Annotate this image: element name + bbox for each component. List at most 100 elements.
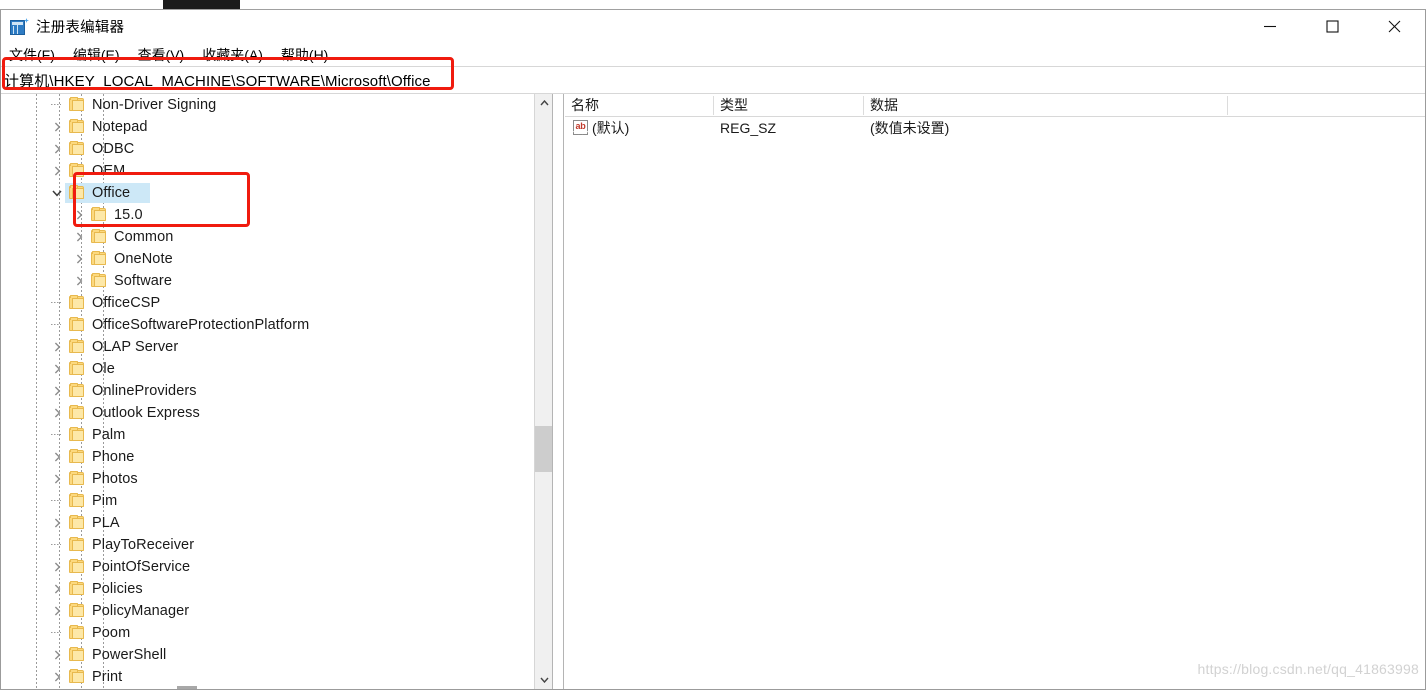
chevron-right-icon[interactable] [71,204,87,226]
column-header-name[interactable]: 名称 [565,94,713,117]
chevron-right-icon[interactable] [49,512,65,534]
tree-item-policies[interactable]: Policies [1,578,534,600]
folder-icon [69,559,86,574]
chevron-right-icon[interactable] [49,578,65,600]
menu-help[interactable]: 帮助(H) [281,45,337,65]
tree-leaf-connector [49,490,65,512]
chevron-right-icon[interactable] [49,116,65,138]
tree-item-label: Pim [92,493,118,509]
tree-vertical-scrollbar[interactable] [534,94,552,689]
tree-item-palm[interactable]: Palm [1,424,534,446]
tree-item-phone[interactable]: Phone [1,446,534,468]
registry-tree-pane: Non-Driver Signing Notepad ODBC OEM Office 15… [1,94,552,689]
column-header-type[interactable]: 类型 [714,94,863,117]
tree-leaf-connector [49,314,65,336]
tree-item-policymanager[interactable]: PolicyManager [1,600,534,622]
tree-item-notepad[interactable]: Notepad [1,116,534,138]
chevron-right-icon[interactable] [49,600,65,622]
maximize-button[interactable] [1301,10,1363,43]
menu-file[interactable]: 文件(F) [9,45,64,65]
tree-item-onenote[interactable]: OneNote [1,248,534,270]
folder-icon [69,625,86,640]
tree-item-powershell[interactable]: PowerShell [1,644,534,666]
tree-item-software[interactable]: Software [1,270,534,292]
folder-icon [69,493,86,508]
tree-item-label: PolicyManager [92,603,190,619]
menu-view[interactable]: 查看(V) [138,45,194,65]
chevron-right-icon[interactable] [49,358,65,380]
address-input[interactable]: 计算机\HKEY_LOCAL_MACHINE\SOFTWARE\Microsof… [1,70,431,91]
folder-icon [69,383,86,398]
folder-icon [91,229,108,244]
tree-viewport: Non-Driver Signing Notepad ODBC OEM Office 15… [1,94,534,689]
tree-item-label: OnlineProviders [92,383,197,399]
values-list[interactable]: ab (默认) REG_SZ (数值未设置) [565,117,1425,689]
chevron-down-icon[interactable] [49,182,65,204]
tree-item-non-driver-signing[interactable]: Non-Driver Signing [1,94,534,116]
folder-icon [69,141,86,156]
folder-icon [69,427,86,442]
chevron-right-icon[interactable] [71,226,87,248]
chevron-right-icon[interactable] [49,160,65,182]
registry-editor-window: 注册表编辑器 文件(F) 编辑(E) 查看(V) 收藏夹(A) 帮助(H) 计算… [0,0,1426,690]
folder-icon [69,185,86,200]
tree-item-pla[interactable]: PLA [1,512,534,534]
tree-leaf-connector [49,622,65,644]
tree-item-label: PlayToReceiver [92,537,195,553]
tree-item-office[interactable]: Office [1,182,534,204]
chevron-right-icon[interactable] [49,666,65,688]
chevron-right-icon[interactable] [49,336,65,358]
folder-icon [91,273,108,288]
window-title: 注册表编辑器 [36,20,125,36]
title-bar: 注册表编辑器 [1,10,1425,43]
tree-item-onlineproviders[interactable]: OnlineProviders [1,380,534,402]
tree-item-label: PLA [92,515,120,531]
tree-item-olap-server[interactable]: OLAP Server [1,336,534,358]
close-button[interactable] [1363,10,1425,43]
chevron-right-icon[interactable] [49,556,65,578]
folder-icon [91,251,108,266]
chevron-right-icon[interactable] [49,468,65,490]
value-row[interactable]: ab (默认) REG_SZ (数值未设置) [565,117,1425,139]
chevron-right-icon[interactable] [49,380,65,402]
chevron-right-icon[interactable] [49,402,65,424]
tree-item-odbc[interactable]: ODBC [1,138,534,160]
folder-icon [69,537,86,552]
horizontal-scroll-nub[interactable] [177,686,197,689]
chevron-right-icon[interactable] [71,270,87,292]
tree-item-photos[interactable]: Photos [1,468,534,490]
tree-item-oem[interactable]: OEM [1,160,534,182]
column-header-data[interactable]: 数据 [864,94,1227,117]
value-name: (默认) [592,120,630,136]
tree-item-officesoftwareprotectionplatform[interactable]: OfficeSoftwareProtectionPlatform [1,314,534,336]
folder-icon [69,603,86,618]
tree-item-outlook-express[interactable]: Outlook Express [1,402,534,424]
tree-item-poom[interactable]: Poom [1,622,534,644]
menu-edit[interactable]: 编辑(E) [73,45,129,65]
address-bar[interactable]: 计算机\HKEY_LOCAL_MACHINE\SOFTWARE\Microsof… [1,66,1425,94]
chevron-right-icon[interactable] [71,248,87,270]
tree-item-print[interactable]: Print [1,666,534,688]
scroll-down-button[interactable] [535,671,552,689]
folder-icon [69,405,86,420]
tree-item-pim[interactable]: Pim [1,490,534,512]
pane-splitter[interactable] [552,94,564,689]
tree-item-common[interactable]: Common [1,226,534,248]
folder-icon [69,471,86,486]
tree-item-15-0[interactable]: 15.0 [1,204,534,226]
folder-icon [69,317,86,332]
chevron-right-icon[interactable] [49,446,65,468]
menu-favorites[interactable]: 收藏夹(A) [202,45,272,65]
tree-item-pointofservice[interactable]: PointOfService [1,556,534,578]
minimize-button[interactable] [1239,10,1301,43]
scroll-up-button[interactable] [535,94,552,112]
chevron-right-icon[interactable] [49,644,65,666]
folder-icon [69,97,86,112]
tree-item-officecsp[interactable]: OfficeCSP [1,292,534,314]
tree-item-playtoreceiver[interactable]: PlayToReceiver [1,534,534,556]
tree-item-label: Non-Driver Signing [92,97,217,113]
chevron-right-icon[interactable] [49,138,65,160]
tree-item-ole[interactable]: Ole [1,358,534,380]
tree-leaf-connector [49,292,65,314]
scroll-thumb[interactable] [535,426,552,472]
